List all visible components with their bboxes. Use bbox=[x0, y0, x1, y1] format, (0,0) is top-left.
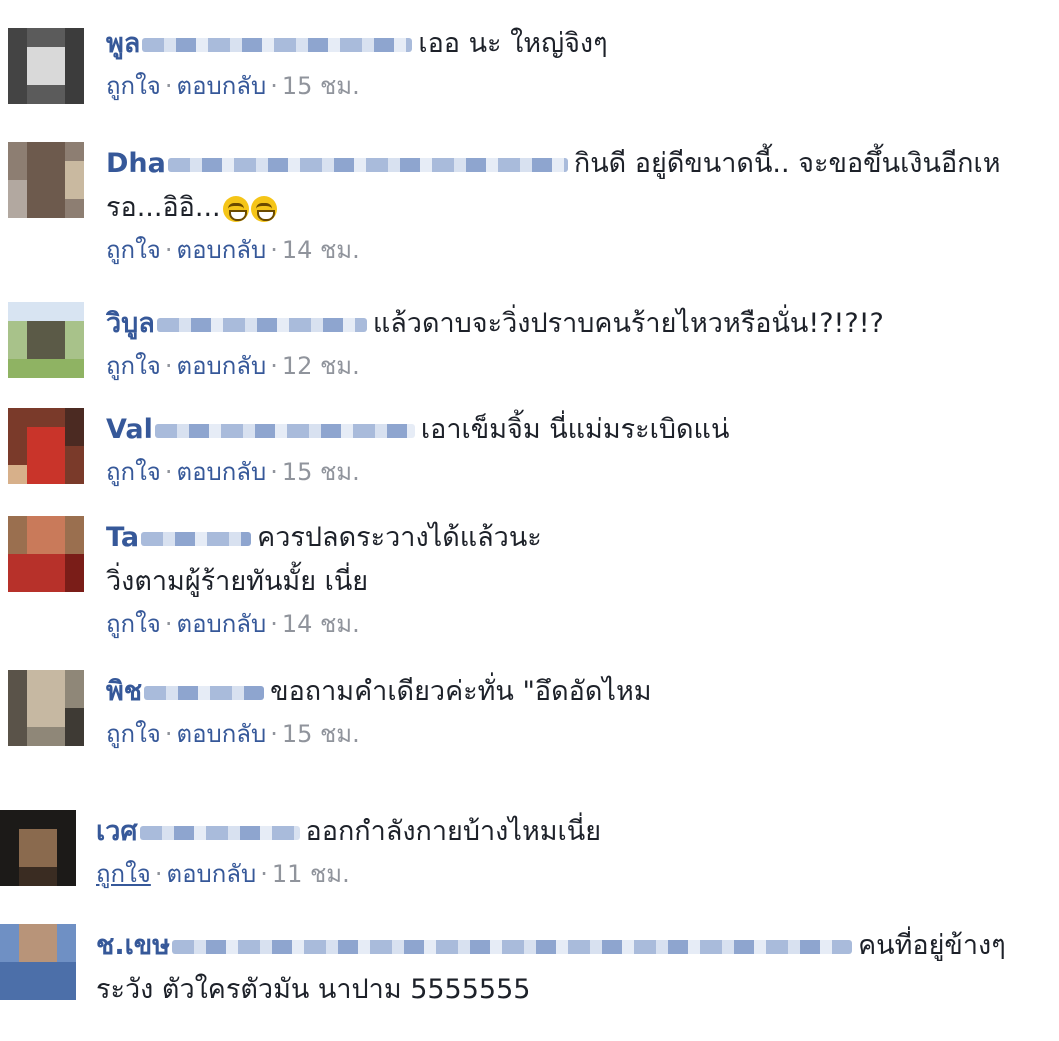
like-link[interactable]: ถูกใจ bbox=[106, 720, 161, 748]
comment-text: ขอถามคำเดียวค่ะทั่น "อึดอัดไหม bbox=[270, 676, 652, 707]
comment-time[interactable]: 11 ชม. bbox=[272, 860, 350, 888]
comment-time[interactable]: 15 ชม. bbox=[282, 720, 360, 748]
comment-actions: ถูกใจ · ตอบกลับ · 12 ชม. bbox=[106, 352, 360, 380]
reply-link[interactable]: ตอบกลับ bbox=[176, 610, 266, 638]
comment-item: Val เอาเข็มจิ้ม นี่แม่มระเบิดแน่ ถูกใจ · ตอ… bbox=[0, 408, 1059, 508]
comment-text-line-2: รอ...อิอิ... bbox=[106, 186, 1053, 230]
comment-text-line: Dha กินดี อยู่ดีขนาดนี้.. จะขอขึ้นเงินอีก… bbox=[106, 142, 1053, 186]
comment-text: กินดี อยู่ดีขนาดนี้.. จะขอขึ้นเงินอีกเห bbox=[573, 148, 1001, 179]
comment-text-line: วิบูล แล้วดาบจะวิ่งปราบคนร้ายไหวหรือนั่น!… bbox=[106, 302, 1053, 346]
commenter-name[interactable]: เวศ bbox=[96, 816, 138, 847]
like-link[interactable]: ถูกใจ bbox=[106, 458, 161, 486]
commenter-name[interactable]: วิบูล bbox=[106, 308, 155, 339]
comment-text: แล้วดาบจะวิ่งปราบคนร้ายไหวหรือนั่น!?!?!? bbox=[372, 308, 884, 339]
commenter-name[interactable]: Dha bbox=[106, 148, 166, 179]
laughing-emoji-icon bbox=[250, 195, 277, 222]
comment-item: ช.เขษ คนที่อยู่ข้างๆ ระวัง ตัวใครตัวมัน น… bbox=[0, 924, 1059, 1041]
comment-text-continued: วิ่งตามผู้ร้ายทันมั้ย เนี่ย bbox=[106, 566, 369, 597]
avatar[interactable] bbox=[8, 516, 84, 592]
comment-actions: ถูกใจ · ตอบกลับ · 11 ชม. bbox=[96, 860, 350, 888]
reply-link[interactable]: ตอบกลับ bbox=[176, 72, 266, 100]
panel-divider bbox=[0, 770, 1059, 796]
comment-text-continued: รอ...อิอิ... bbox=[106, 192, 221, 223]
comment-text: ออกกำลังกายบ้างไหมเนี่ย bbox=[305, 816, 602, 847]
reply-link[interactable]: ตอบกลับ bbox=[176, 236, 266, 264]
comment-text-line-2: ระวัง ตัวใครตัวมัน นาปาม 5555555 bbox=[96, 968, 1053, 1012]
comment-actions: ถูกใจ · ตอบกลับ · 14 ชม. bbox=[106, 236, 360, 264]
avatar[interactable] bbox=[0, 924, 76, 1000]
redacted-name bbox=[142, 37, 413, 52]
commenter-name[interactable]: พูล bbox=[106, 28, 140, 59]
reply-link[interactable]: ตอบกลับ bbox=[176, 458, 266, 486]
commenter-name[interactable]: Ta bbox=[106, 522, 139, 553]
comment-text: เอาเข็มจิ้ม นี่แม่มระเบิดแน่ bbox=[420, 414, 730, 445]
comment-text-continued: ระวัง ตัวใครตัวมัน นาปาม 5555555 bbox=[96, 974, 531, 1005]
comment-time[interactable]: 14 ชม. bbox=[282, 236, 360, 264]
comment-text-line: พิช ขอถามคำเดียวค่ะทั่น "อึดอัดไหม bbox=[106, 670, 1053, 714]
commenter-name[interactable]: พิช bbox=[106, 676, 142, 707]
like-link[interactable]: ถูกใจ bbox=[96, 860, 151, 888]
comment-text: ควรปลดระวางได้แล้วนะ bbox=[257, 522, 542, 553]
redacted-name bbox=[141, 531, 252, 546]
comment-actions: ถูกใจ · ตอบกลับ · 15 ชม. bbox=[106, 458, 360, 486]
avatar[interactable] bbox=[8, 408, 84, 484]
comment-text: คนที่อยู่ข้างๆ bbox=[858, 930, 1006, 961]
comment-actions: ถูกใจ · ตอบกลับ · 15 ชม. bbox=[106, 720, 360, 748]
commenter-name[interactable]: Val bbox=[106, 414, 153, 445]
reply-link[interactable]: ตอบกลับ bbox=[176, 720, 266, 748]
comment-item: เวศ ออกกำลังกายบ้างไหมเนี่ย ถูกใจ · ตอบกลับ… bbox=[0, 810, 1059, 910]
avatar[interactable] bbox=[8, 302, 84, 378]
like-link[interactable]: ถูกใจ bbox=[106, 610, 161, 638]
comment-text-line-2: วิ่งตามผู้ร้ายทันมั้ย เนี่ย bbox=[106, 560, 1053, 604]
commenter-name[interactable]: ช.เขษ bbox=[96, 930, 170, 961]
comment-item: Ta ควรปลดระวางได้แล้วนะ วิ่งตามผู้ร้ายทัน… bbox=[0, 516, 1059, 656]
redacted-name bbox=[144, 685, 265, 700]
redacted-name bbox=[156, 317, 367, 332]
avatar[interactable] bbox=[0, 810, 76, 886]
comment-item: พิช ขอถามคำเดียวค่ะทั่น "อึดอัดไหม ถูกใจ ·… bbox=[0, 670, 1059, 770]
comment-text-line: Val เอาเข็มจิ้ม นี่แม่มระเบิดแน่ bbox=[106, 408, 1053, 452]
comment-text-line: Ta ควรปลดระวางได้แล้วนะ bbox=[106, 516, 1053, 560]
reply-link[interactable]: ตอบกลับ bbox=[166, 860, 256, 888]
comment-actions: ถูกใจ · ตอบกลับ · 15 ชม. bbox=[106, 72, 360, 100]
avatar[interactable] bbox=[8, 670, 84, 746]
avatar[interactable] bbox=[8, 142, 84, 218]
redacted-name bbox=[172, 939, 853, 954]
comment-time[interactable]: 14 ชม. bbox=[282, 610, 360, 638]
comment-text-line: พูล เออ นะ ใหญ่จิงๆ bbox=[106, 22, 1053, 66]
comment-actions: ถูกใจ · ตอบกลับ · 14 ชม. bbox=[106, 610, 360, 638]
like-link[interactable]: ถูกใจ bbox=[106, 352, 161, 380]
comment-text-line: เวศ ออกกำลังกายบ้างไหมเนี่ย bbox=[96, 810, 1053, 854]
comment-item: Dha กินดี อยู่ดีขนาดนี้.. จะขอขึ้นเงินอีก… bbox=[0, 142, 1059, 282]
comment-text-line: ช.เขษ คนที่อยู่ข้างๆ bbox=[96, 924, 1053, 968]
redacted-name bbox=[167, 157, 568, 172]
like-link[interactable]: ถูกใจ bbox=[106, 72, 161, 100]
comment-time[interactable]: 15 ชม. bbox=[282, 72, 360, 100]
reply-link[interactable]: ตอบกลับ bbox=[176, 352, 266, 380]
comment-time[interactable]: 15 ชม. bbox=[282, 458, 360, 486]
laughing-emoji-icon bbox=[222, 195, 249, 222]
redacted-name bbox=[154, 423, 415, 438]
like-link[interactable]: ถูกใจ bbox=[106, 236, 161, 264]
avatar[interactable] bbox=[8, 28, 84, 104]
redacted-name bbox=[139, 825, 300, 840]
comment-item: วิบูล แล้วดาบจะวิ่งปราบคนร้ายไหวหรือนั่น!… bbox=[0, 302, 1059, 402]
comment-text: เออ นะ ใหญ่จิงๆ bbox=[418, 28, 608, 59]
comment-time[interactable]: 12 ชม. bbox=[282, 352, 360, 380]
comment-item: พูล เออ นะ ใหญ่จิงๆ ถูกใจ · ตอบกลับ · 15 ชม. bbox=[0, 22, 1059, 122]
